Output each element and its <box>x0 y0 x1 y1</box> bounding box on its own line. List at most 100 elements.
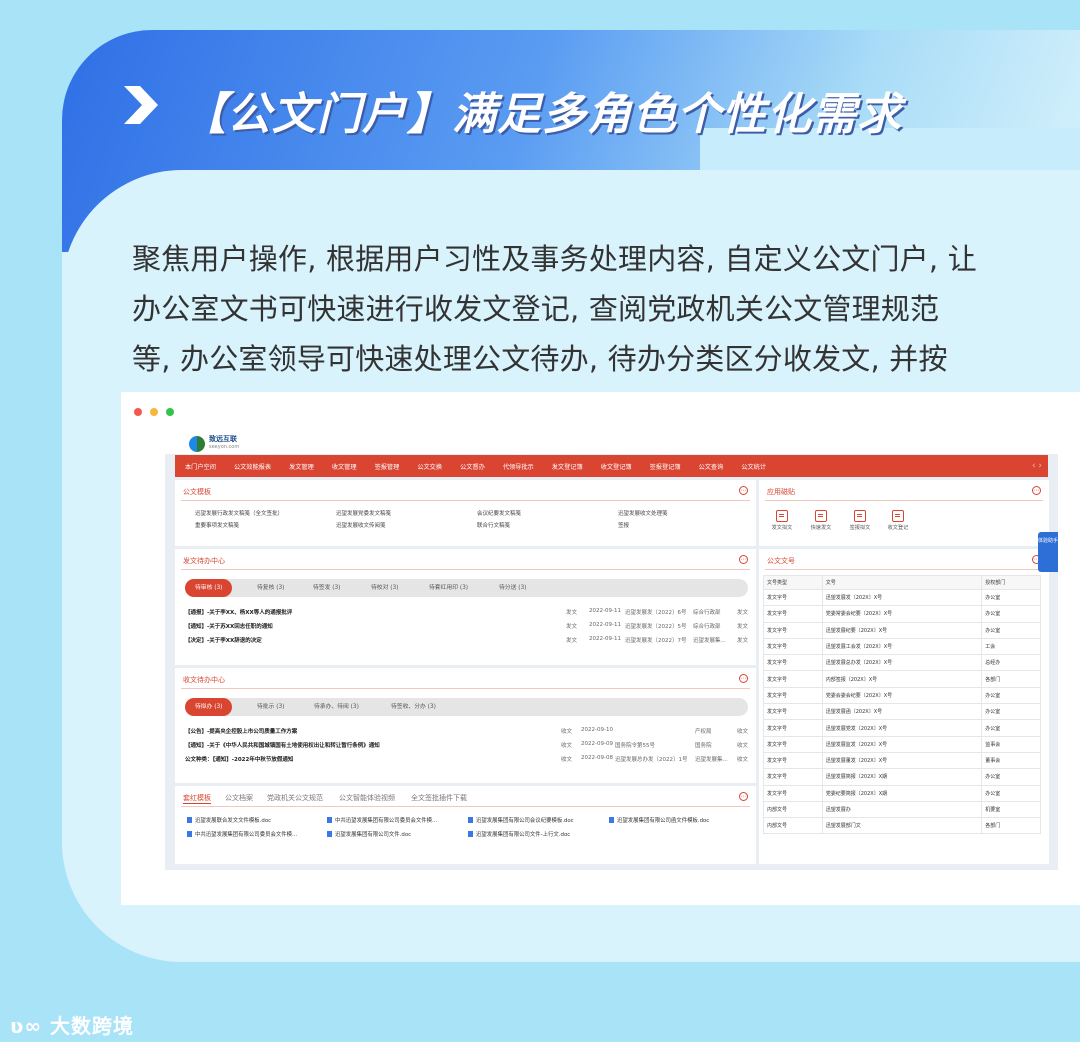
divider <box>765 569 1043 570</box>
doc-link[interactable]: 中共迅望发展集团有限公司委员会文件模... <box>187 830 297 838</box>
more-icon[interactable]: ⋯ <box>739 555 748 564</box>
tab-pending-review[interactable]: 待审核 (3) <box>185 579 233 597</box>
nav-item-home[interactable]: 本门户空间 <box>175 462 224 471</box>
table-row[interactable]: 发文字号 迅望发展监发〔202X〕X号 监事会 <box>763 735 1041 753</box>
table-row[interactable]: 发文字号 迅望发展简报〔202X〕X期 办公室 <box>763 768 1041 786</box>
description-line-1: 聚焦用户操作, 根据用户习性及事务处理内容, 自定义公文门户, 让 <box>132 242 977 276</box>
tab-proofread[interactable]: 待校对 (3) <box>371 579 398 597</box>
doc-link[interactable]: 迅望发展联合发文文件模板.doc <box>187 816 271 824</box>
table-row[interactable]: 【通报】-关于李XX、杨XX等人的通报批评 发文 2022-09-11 迅望发展… <box>185 608 748 620</box>
template-link[interactable]: 签报 <box>618 521 629 529</box>
template-link[interactable]: 迅望发展党委发文稿笺 <box>336 509 391 517</box>
tab-distribute[interactable]: 待分送 (3) <box>499 579 526 597</box>
app-tile-draft-send[interactable]: 发文拟文 <box>765 510 799 531</box>
table-row[interactable]: 发文字号 迅望发展总办发〔202X〕X号 总经办 <box>763 654 1041 672</box>
doc-icon <box>468 831 473 837</box>
app-tile-recv-register[interactable]: 收文登记 <box>881 510 915 531</box>
tab-video[interactable]: 公文智能体验视频 <box>339 793 395 803</box>
tab-plugin[interactable]: 全文签批插件下载 <box>411 793 467 803</box>
app-tile-draft-sign[interactable]: 签报拟文 <box>843 510 877 531</box>
divider <box>181 806 750 807</box>
nav-item-recv-register[interactable]: 收文登记簿 <box>591 462 640 471</box>
panel-title: 收文待办中心 <box>183 676 225 684</box>
doc-number-table: 文号类型 文号 授权部门 发文字号 迅望发展发〔202X〕X号 办公室 发文字号 党委… <box>763 575 1041 835</box>
tab-handle[interactable]: 待承办、待阅 (3) <box>314 698 359 716</box>
table-row[interactable]: 发文字号 党委会委会纪要〔202X〕X号 办公室 <box>763 686 1041 705</box>
table-row[interactable]: 公文种类：【通知】-2022年中秋节放假通知 收文 2022-09-08 迅望发… <box>185 755 748 767</box>
doc-icon <box>327 831 332 837</box>
nav-item-exchange[interactable]: 公文交换 <box>407 462 450 471</box>
template-link[interactable]: 迅望发展收文传阅笺 <box>336 521 386 529</box>
tab-sign[interactable]: 待签发 (3) <box>313 579 340 597</box>
tab-receipt[interactable]: 待签收、分办 (3) <box>391 698 436 716</box>
tab-recheck[interactable]: 待复核 (3) <box>257 579 284 597</box>
nav-item-supervise[interactable]: 公文督办 <box>450 462 493 471</box>
table-row[interactable]: 发文字号 内部签报〔202X〕X号 各部门 <box>763 670 1041 688</box>
tab-seal[interactable]: 待套红用印 (3) <box>429 579 468 597</box>
tab-red-template[interactable]: 套红模板 <box>183 793 211 804</box>
main-nav: 本门户空间 公文效能报表 发文管理 收文管理 签报管理 公文交换 公文督办 代领… <box>175 455 1048 477</box>
tab-draft[interactable]: 待拟办 (3) <box>185 698 233 716</box>
divider <box>181 500 750 501</box>
window-minimize-dot <box>150 408 158 416</box>
table-row[interactable]: 发文字号 迅望发展党发〔202X〕X号 办公室 <box>763 719 1041 737</box>
footer-brand: ʋ∞ 大数跨境 <box>10 1014 135 1038</box>
table-row[interactable]: 发文字号 迅望发展董发〔202X〕X号 董事会 <box>763 751 1041 770</box>
table-header-row: 文号类型 文号 授权部门 <box>763 575 1041 590</box>
table-row[interactable]: 【通知】-关于苏XX回志任职的通知 发文 2022-09-11 迅望发展发〔20… <box>185 622 748 634</box>
table-row[interactable]: 发文字号 党委常委会纪要〔202X〕X号 办公室 <box>763 605 1041 623</box>
logo-text: 致远互联 <box>209 435 237 443</box>
table-row[interactable]: 发文字号 迅望发展函〔202X〕X号 办公室 <box>763 703 1041 721</box>
doc-icon <box>468 817 473 823</box>
template-link[interactable]: 联合行文稿笺 <box>477 521 510 529</box>
page-title: 【公文门户】满足多角色个性化需求 <box>182 89 902 140</box>
more-icon[interactable]: ⋯ <box>739 486 748 495</box>
table-row[interactable]: 发文字号 迅望发展纪要〔202X〕X号 办公室 <box>763 621 1041 639</box>
table-row[interactable]: 发文字号 迅望发展发〔202X〕X号 办公室 <box>763 588 1041 607</box>
doc-link[interactable]: 迅望发展集团有限公司文件.doc <box>327 830 411 838</box>
nav-item-stats[interactable]: 公文统计 <box>731 462 774 471</box>
doc-icon <box>327 817 332 823</box>
nav-item-proxy[interactable]: 代领导批示 <box>493 462 542 471</box>
template-link[interactable]: 迅望发展收文处理笺 <box>618 509 668 517</box>
tab-instruct[interactable]: 待批示 (3) <box>257 698 284 716</box>
template-link[interactable]: 会议纪要发文稿笺 <box>477 509 521 517</box>
nav-scroll-arrows[interactable]: ‹ › <box>1032 455 1042 477</box>
template-link[interactable]: 迅望发展行政发文稿笺（全文签批） <box>195 509 283 517</box>
table-row[interactable]: 内部文号 迅望发展办 机要室 <box>763 800 1041 819</box>
table-row[interactable]: 【公告】-提高央企控股上市公司质量工作方案 收文 2022-09-10 产权局 … <box>185 727 748 739</box>
nav-item-sign-register[interactable]: 签报登记簿 <box>640 462 689 471</box>
more-icon[interactable]: ⋯ <box>1032 486 1041 495</box>
document-icon <box>776 510 788 522</box>
app-header <box>165 432 1058 454</box>
table-row[interactable]: 内部文号 迅望发展部门文 各部门 <box>763 817 1041 835</box>
tab-archive[interactable]: 公文档案 <box>225 793 253 803</box>
doc-link[interactable]: 迅望发展集团有限公司会议纪要模板.doc <box>468 816 574 824</box>
recv-todo-panel: 收文待办中心 ⋯ 待拟办 (3) 待批示 (3) 待承办、待阅 (3) 待签收、… <box>175 668 756 783</box>
app-tile-quick-send[interactable]: 快速发文 <box>804 510 838 531</box>
table-row[interactable]: 发文字号 迅望发展工会发〔202X〕X号 工会 <box>763 637 1041 656</box>
tab-standards[interactable]: 党政机关公文规范 <box>267 793 323 803</box>
table-row[interactable]: 发文字号 党委纪要简报〔202X〕X期 办公室 <box>763 784 1041 802</box>
table-row[interactable]: 【决定】-关于李XX辞退的决定 发文 2022-09-11 迅望发展发〔2022… <box>185 636 748 648</box>
resources-panel: ⋯ 套红模板 公文档案 党政机关公文规范 公文智能体验视频 全文签批插件下载 迅… <box>175 786 756 864</box>
table-row[interactable]: 【通知】-关于《中华人民共和国城镇国有土地使用权出让和转让暂行条例》通知 收文 … <box>185 741 748 753</box>
nav-item-query[interactable]: 公文查询 <box>689 462 732 471</box>
doc-link[interactable]: 迅望发展集团有限公司文件-上行文.doc <box>468 830 570 838</box>
divider <box>181 569 750 570</box>
nav-item-send-register[interactable]: 发文登记簿 <box>542 462 591 471</box>
template-link[interactable]: 重要事项发文稿笺 <box>195 521 239 529</box>
doc-link[interactable]: 迅望发展集团有限公司函文件模板.doc <box>609 816 709 824</box>
send-todo-panel: 发文待办中心 ⋯ 待审核 (3) 待复核 (3) 待签发 (3) 待校对 (3)… <box>175 549 756 665</box>
more-icon[interactable]: ⋯ <box>739 792 748 801</box>
nav-item-report[interactable]: 公文效能报表 <box>224 462 279 471</box>
window-zoom-dot <box>166 408 174 416</box>
nav-item-send[interactable]: 发文管理 <box>279 462 322 471</box>
nav-item-sign[interactable]: 签报管理 <box>365 462 408 471</box>
nav-item-receive[interactable]: 收文管理 <box>322 462 365 471</box>
more-icon[interactable]: ⋯ <box>739 674 748 683</box>
doc-link[interactable]: 中共迅望发展集团有限公司委员会文件模... <box>327 816 437 824</box>
send-todo-tabs: 待审核 (3) 待复核 (3) 待签发 (3) 待校对 (3) 待套红用印 (3… <box>185 579 748 597</box>
assistant-float-button[interactable]: 体验助手 <box>1038 532 1058 572</box>
panel-title: 发文待办中心 <box>183 557 225 565</box>
